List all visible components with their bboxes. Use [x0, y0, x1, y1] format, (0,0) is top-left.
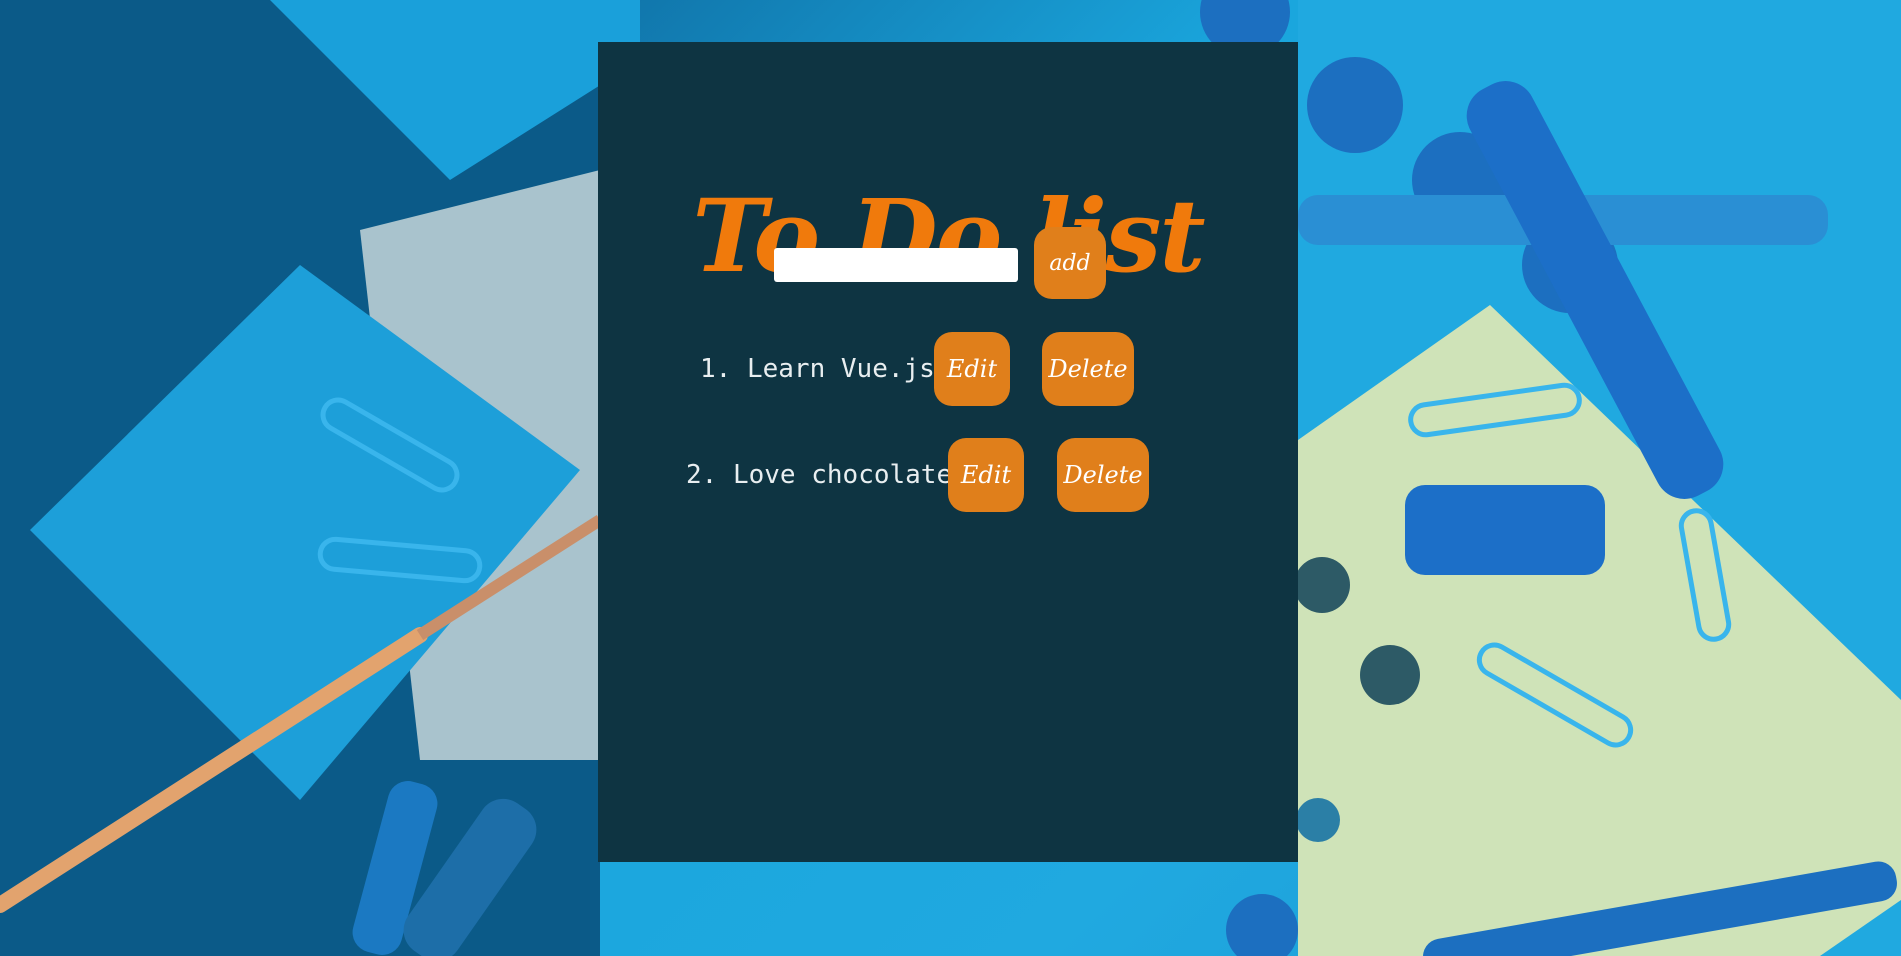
todo-item-text: Learn Vue.js: [746, 354, 935, 384]
list-item: 1. Learn Vue.js Edit Delete: [598, 332, 1298, 406]
delete-button[interactable]: Delete: [1057, 438, 1149, 512]
edit-button[interactable]: Edit: [934, 332, 1010, 406]
todo-item-label: 2. Love chocolate: [686, 438, 952, 512]
edit-button[interactable]: Edit: [948, 438, 1024, 512]
delete-button[interactable]: Delete: [1042, 332, 1134, 406]
todo-item-label: 1. Learn Vue.js: [700, 332, 935, 406]
add-button[interactable]: add: [1034, 227, 1106, 299]
list-item: 2. Love chocolate Edit Delete: [598, 438, 1298, 512]
todo-list: 1. Learn Vue.js Edit Delete 2. Love choc…: [598, 332, 1298, 544]
add-task-form: add: [598, 227, 1298, 299]
todo-item-index: 1.: [700, 354, 732, 384]
todo-panel: To Do list add 1. Learn Vue.js Edit Dele…: [598, 42, 1298, 862]
todo-item-index: 2.: [686, 460, 718, 490]
todo-item-text: Love chocolate: [732, 460, 953, 490]
new-task-input[interactable]: [774, 248, 1018, 282]
